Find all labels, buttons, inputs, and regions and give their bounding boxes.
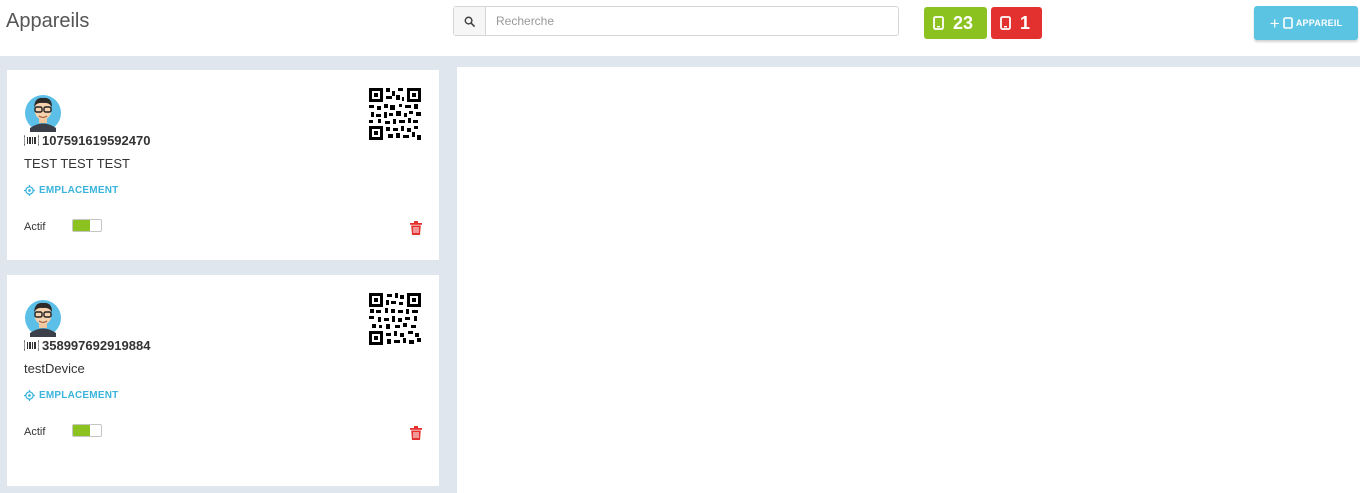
crosshair-icon <box>24 185 35 196</box>
imei-value: 107591619592470 <box>42 133 151 148</box>
device-imei: 107591619592470 <box>24 133 150 148</box>
avatar-icon <box>25 300 61 337</box>
online-devices-count: 23 <box>953 12 974 33</box>
trash-icon[interactable] <box>410 426 422 440</box>
detail-panel <box>457 67 1360 493</box>
offline-devices-count: 1 <box>1020 12 1031 33</box>
add-device-button[interactable]: + APPAREIL <box>1254 6 1358 40</box>
status-label: Actif <box>24 426 46 438</box>
online-devices-badge[interactable]: 23 <box>924 7 987 39</box>
device-card[interactable]: 107591619592470 TEST TEST TEST EMPLACEME… <box>7 70 439 260</box>
toggle-fill <box>73 220 90 231</box>
active-toggle[interactable] <box>72 424 102 437</box>
search-icon <box>454 7 486 35</box>
add-device-label: APPAREIL <box>1295 18 1343 28</box>
device-name: testDevice <box>24 361 85 376</box>
avatar-icon <box>25 95 61 132</box>
toggle-fill <box>73 425 90 436</box>
tablet-icon <box>933 16 944 30</box>
device-name: TEST TEST TEST <box>24 156 130 171</box>
tablet-icon <box>1000 16 1011 30</box>
barcode-icon <box>24 135 39 146</box>
location-label: EMPLACEMENT <box>39 185 119 196</box>
page-title: Appareils <box>6 10 90 32</box>
device-imei: 358997692919884 <box>24 338 150 353</box>
trash-icon[interactable] <box>410 221 422 235</box>
active-toggle[interactable] <box>72 219 102 232</box>
barcode-icon <box>24 340 39 351</box>
imei-value: 358997692919884 <box>42 338 151 353</box>
crosshair-icon <box>24 390 35 401</box>
header-bar: Appareils 23 1 + APPAREIL <box>0 0 1360 56</box>
search-box[interactable] <box>453 6 899 36</box>
qr-code-icon[interactable] <box>369 88 421 140</box>
device-card[interactable]: 358997692919884 testDevice EMPLACEMENT A… <box>7 275 439 486</box>
location-label: EMPLACEMENT <box>39 390 119 401</box>
status-label: Actif <box>24 221 46 233</box>
plus-icon: + <box>1269 13 1280 33</box>
location-link[interactable]: EMPLACEMENT <box>24 185 118 196</box>
tablet-icon <box>1283 17 1293 29</box>
offline-devices-badge[interactable]: 1 <box>991 7 1042 39</box>
location-link[interactable]: EMPLACEMENT <box>24 390 118 401</box>
qr-code-icon[interactable] <box>369 293 421 345</box>
search-input[interactable] <box>486 7 898 35</box>
